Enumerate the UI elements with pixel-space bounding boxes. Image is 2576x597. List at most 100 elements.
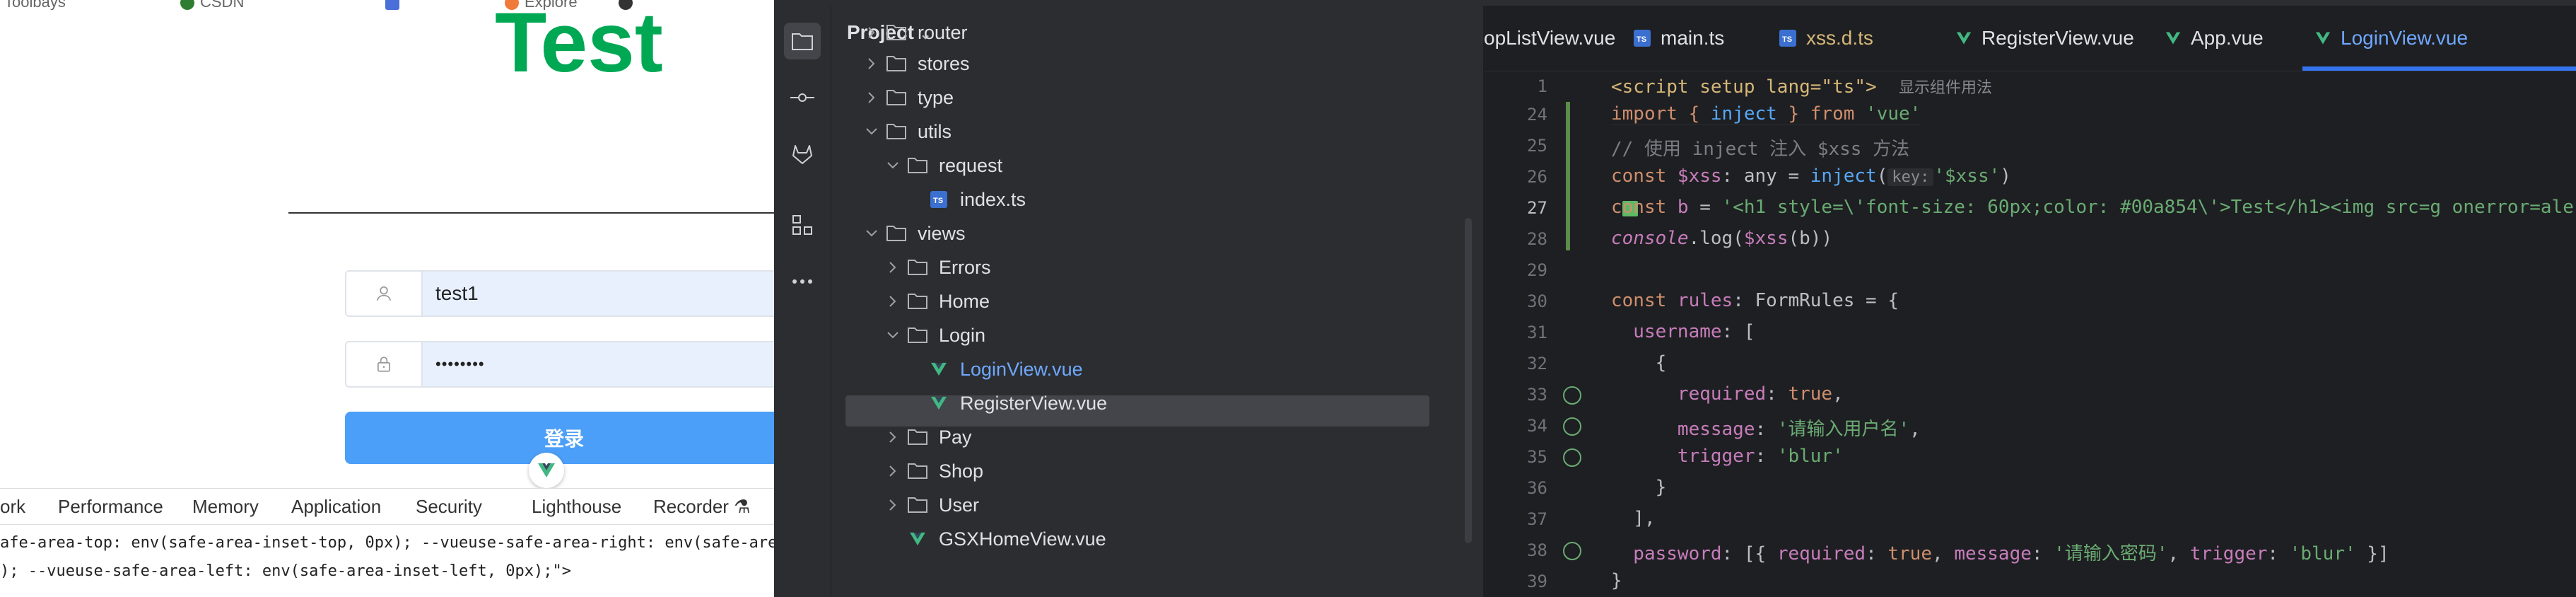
devtools-tab-network[interactable]: ork bbox=[0, 489, 25, 524]
override-marker-icon[interactable] bbox=[1563, 386, 1581, 405]
structure-tool-button[interactable] bbox=[784, 207, 821, 243]
override-marker-icon[interactable] bbox=[1563, 448, 1581, 467]
bookmark-item[interactable] bbox=[385, 0, 405, 10]
tree-item-pay[interactable]: Pay bbox=[881, 420, 972, 454]
lock-icon bbox=[346, 342, 423, 386]
code-line-1: <script setup lang="ts"> 显示组件用法 bbox=[1611, 76, 1993, 98]
chevron-right-icon[interactable] bbox=[860, 57, 884, 70]
tab-main-ts[interactable]: TS main.ts bbox=[1634, 6, 1724, 71]
tree-item-label: Pay bbox=[939, 427, 972, 448]
tree-item-user[interactable]: User bbox=[881, 488, 979, 522]
vcs-change-marker bbox=[1566, 102, 1570, 250]
override-marker-icon[interactable] bbox=[1563, 417, 1581, 436]
commit-tool-button[interactable] bbox=[784, 79, 821, 116]
tree-item-type[interactable]: type bbox=[860, 81, 954, 115]
ts-file-icon: TS bbox=[1634, 30, 1651, 47]
tree-item-errors[interactable]: Errors bbox=[881, 250, 991, 284]
chevron-down-icon[interactable] bbox=[881, 161, 905, 170]
tree-item-label: Shop bbox=[939, 460, 984, 482]
code-line: ); --vueuse-safe-area-left: env(safe-are… bbox=[0, 562, 571, 580]
override-marker-icon[interactable] bbox=[1563, 542, 1581, 560]
password-field[interactable]: •••••••• bbox=[345, 341, 774, 388]
bookmark-item[interactable]: CSDN bbox=[180, 0, 244, 10]
tree-item-views[interactable]: views bbox=[860, 216, 966, 250]
login-button[interactable]: 登录 bbox=[345, 412, 774, 464]
code-line-25: // 使用 inject 注入 $xss 方法 bbox=[1611, 139, 1910, 160]
editor-tab-bar: opListView.vue TS main.ts TS xss.d.ts Regi… bbox=[1484, 6, 2576, 71]
folder-icon bbox=[905, 460, 930, 482]
line-number: 36 bbox=[1527, 478, 1547, 498]
tab-app-vue[interactable]: App.vue bbox=[2165, 6, 2264, 71]
line-number: 26 bbox=[1527, 167, 1547, 187]
tree-item-index-ts[interactable]: TS index.ts bbox=[902, 182, 1026, 216]
chevron-right-icon[interactable] bbox=[881, 465, 905, 477]
line-number: 27 bbox=[1527, 198, 1547, 218]
more-tools-button[interactable] bbox=[784, 263, 821, 300]
chevron-right-icon[interactable] bbox=[860, 91, 884, 104]
line-number: 31 bbox=[1527, 323, 1547, 342]
line-number: 37 bbox=[1527, 509, 1547, 529]
divider bbox=[288, 212, 774, 214]
tree-item-gsxhomeview-vue[interactable]: GSXHomeView.vue bbox=[881, 522, 1106, 556]
tree-item-request[interactable]: request bbox=[881, 149, 1002, 182]
folder-icon bbox=[905, 257, 930, 278]
csdn-icon bbox=[180, 0, 194, 10]
code-line-37: ], bbox=[1611, 508, 1656, 529]
line-number: 39 bbox=[1527, 572, 1547, 591]
line-number: 38 bbox=[1527, 540, 1547, 560]
sticky-usage-hint[interactable]: 显示组件用法 bbox=[1899, 79, 1992, 96]
tree-item-label: utils bbox=[918, 121, 952, 142]
browser-window: Toolbays CSDN Explore Test test1 •••••••… bbox=[0, 0, 774, 597]
tree-item-home[interactable]: Home bbox=[881, 284, 990, 318]
vue-devtools-toggle[interactable] bbox=[529, 453, 564, 488]
chevron-right-icon[interactable] bbox=[881, 499, 905, 511]
tab-xss-d-ts[interactable]: TS xss.d.ts bbox=[1779, 6, 1873, 71]
vue-file-icon bbox=[2315, 31, 2331, 45]
devtools-tab-application[interactable]: Application bbox=[291, 489, 381, 524]
tab-registerview[interactable]: RegisterView.vue bbox=[1956, 6, 2134, 71]
devtools-tab-security[interactable]: Security bbox=[416, 489, 482, 524]
devtools-tab-performance[interactable]: Performance bbox=[58, 489, 163, 524]
code-line-38: password: [{ required: true, message: '请… bbox=[1611, 543, 2389, 564]
line-number: 30 bbox=[1527, 291, 1547, 311]
bookmark-item[interactable]: Toolbays bbox=[4, 0, 66, 10]
tab-loginview-active[interactable]: LoginView.vue bbox=[2315, 6, 2468, 71]
user-icon bbox=[346, 272, 423, 315]
tree-item-login[interactable]: Login bbox=[881, 318, 985, 352]
vue-file-icon bbox=[926, 393, 952, 414]
ts-file-icon: TS bbox=[926, 189, 952, 210]
chevron-right-icon[interactable] bbox=[881, 261, 905, 274]
devtools-tab-memory[interactable]: Memory bbox=[192, 489, 259, 524]
folder-icon bbox=[884, 223, 909, 244]
structure-icon bbox=[792, 215, 812, 235]
tree-item-label: index.ts bbox=[960, 189, 1026, 210]
chevron-right-icon[interactable] bbox=[881, 295, 905, 308]
project-tool-button[interactable] bbox=[784, 23, 821, 59]
vue-file-icon bbox=[905, 528, 930, 550]
line-number: 28 bbox=[1527, 229, 1547, 249]
code-line-24: import { inject } from 'vue' bbox=[1611, 103, 1921, 125]
flask-icon: ⚗ bbox=[734, 496, 751, 517]
bookmark-icon bbox=[385, 0, 399, 10]
gitlab-tool-button[interactable] bbox=[784, 136, 821, 173]
chevron-down-icon[interactable] bbox=[881, 330, 905, 340]
tree-scrollbar[interactable] bbox=[1465, 218, 1472, 543]
line-number: 29 bbox=[1527, 260, 1547, 280]
chevron-down-icon[interactable] bbox=[860, 127, 884, 137]
devtools-tab-recorder[interactable]: Recorder ⚗ bbox=[653, 489, 750, 524]
code-line-26: const $xss: any = inject(key: '$xss') bbox=[1611, 166, 2011, 187]
tree-item-stores[interactable]: stores bbox=[860, 47, 970, 81]
line-number: 34 bbox=[1527, 416, 1547, 436]
tree-item-utils[interactable]: utils bbox=[860, 115, 952, 149]
username-field[interactable]: test1 bbox=[345, 270, 774, 317]
tree-item-loginview-vue[interactable]: LoginView.vue bbox=[902, 352, 1083, 386]
tree-item-shop[interactable]: Shop bbox=[881, 454, 983, 488]
chevron-right-icon[interactable] bbox=[860, 26, 884, 39]
code-line-33: required: true, bbox=[1611, 383, 1844, 405]
tab-toplistview[interactable]: opListView.vue bbox=[1484, 6, 1615, 71]
devtools-tab-lighthouse[interactable]: Lighthouse bbox=[532, 489, 621, 524]
chevron-down-icon[interactable] bbox=[860, 228, 884, 238]
tree-item-registerview-vue[interactable]: RegisterView.vue bbox=[902, 386, 1107, 420]
chevron-right-icon[interactable] bbox=[881, 431, 905, 444]
tree-item-router[interactable]: router bbox=[860, 16, 968, 50]
